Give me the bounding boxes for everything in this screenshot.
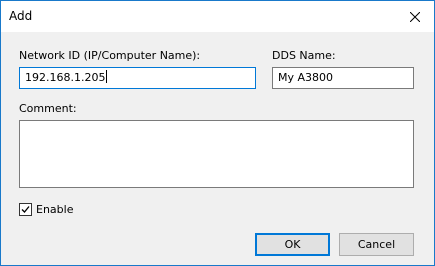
comment-label: Comment: bbox=[19, 102, 77, 115]
text-caret bbox=[106, 70, 108, 83]
dds-name-label: DDS Name: bbox=[272, 49, 336, 62]
dds-name-input[interactable]: My A3800 bbox=[272, 67, 414, 89]
checkmark-icon bbox=[21, 206, 30, 213]
network-id-value: 192.168.1.205 bbox=[25, 71, 106, 84]
title-bar[interactable]: Add bbox=[1, 1, 434, 32]
network-id-input[interactable]: 192.168.1.205 bbox=[19, 67, 256, 89]
ok-button[interactable]: OK bbox=[255, 233, 330, 256]
close-button[interactable] bbox=[394, 1, 434, 32]
network-id-label: Network ID (IP/Computer Name): bbox=[19, 49, 201, 62]
comment-input[interactable] bbox=[19, 120, 414, 188]
close-icon bbox=[410, 12, 420, 22]
dds-name-value: My A3800 bbox=[278, 71, 334, 84]
enable-label[interactable]: Enable bbox=[36, 203, 73, 216]
cancel-button[interactable]: Cancel bbox=[339, 233, 414, 256]
dialog-title: Add bbox=[9, 9, 33, 23]
add-dialog: Add Network ID (IP/Computer Name): 192.1… bbox=[0, 0, 435, 266]
enable-checkbox[interactable] bbox=[19, 203, 32, 216]
